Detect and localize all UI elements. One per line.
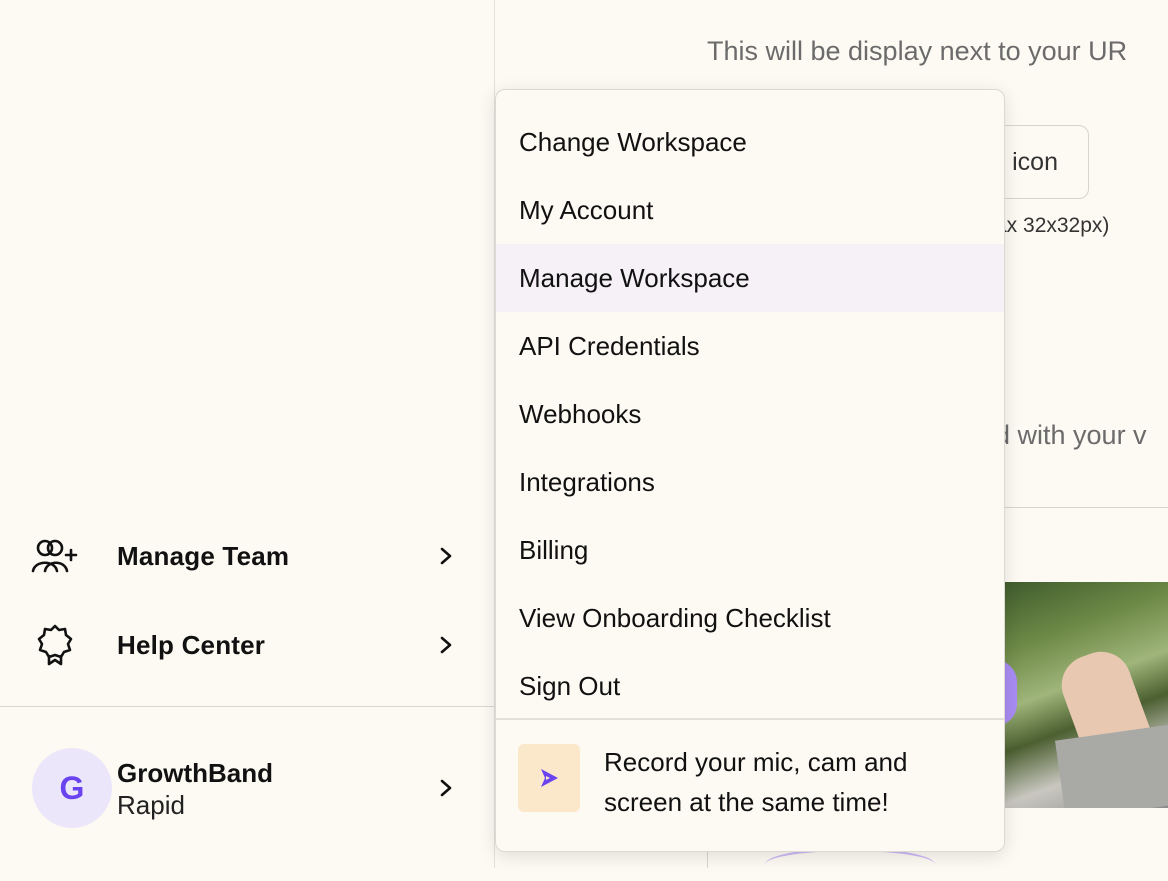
url-display-hint: This will be display next to your UR	[707, 36, 1128, 66]
record-promo[interactable]: Record your mic, cam and screen at the s…	[496, 720, 1004, 851]
video-hint: d with your v	[995, 420, 1147, 450]
sidebar-item-help-center[interactable]: Help Center	[0, 615, 494, 675]
menu-item-billing[interactable]: Billing	[496, 516, 1004, 584]
menu-item-change-workspace[interactable]: Change Workspace	[496, 108, 1004, 176]
promo-text: Record your mic, cam and screen at the s…	[604, 747, 908, 817]
sidebar: Manage Team Help Center G GrowthBand Rap…	[0, 0, 495, 868]
favicon-size-note: ax 32x32px)	[995, 214, 1110, 237]
menu-item-label: Integrations	[519, 466, 655, 497]
chevron-right-icon	[440, 636, 452, 654]
menu-item-label: Change Workspace	[519, 126, 747, 157]
menu-item-api-credentials[interactable]: API Credentials	[496, 312, 1004, 380]
menu-item-label: Billing	[519, 534, 589, 565]
add-user-icon	[30, 534, 80, 578]
menu-item-my-account[interactable]: My Account	[496, 176, 1004, 244]
sidebar-item-label: Help Center	[117, 629, 266, 660]
decorative-arc	[765, 848, 935, 881]
upload-favicon-label: icon	[1012, 147, 1058, 176]
section-divider	[1000, 507, 1168, 508]
menu-item-label: API Credentials	[519, 330, 700, 361]
menu-item-label: View Onboarding Checklist	[519, 602, 831, 633]
menu-item-label: Webhooks	[519, 398, 642, 429]
menu-item-label: Manage Workspace	[519, 262, 750, 293]
chevron-right-icon	[440, 547, 452, 565]
menu-item-label: My Account	[519, 194, 654, 225]
menu-item-view-onboarding-checklist[interactable]: View Onboarding Checklist	[496, 584, 1004, 652]
sidebar-divider	[0, 706, 494, 707]
video-thumbnail[interactable]	[1000, 582, 1168, 808]
menu-item-sign-out[interactable]: Sign Out	[496, 652, 1004, 720]
avatar: G	[32, 748, 112, 828]
workspace-plan: Rapid	[117, 790, 185, 820]
account-dropdown-menu: Change Workspace My Account Manage Works…	[495, 89, 1005, 852]
workspace-name: GrowthBand	[117, 758, 273, 788]
record-play-icon	[518, 744, 580, 812]
menu-item-manage-workspace[interactable]: Manage Workspace	[496, 244, 1004, 312]
workspace-profile[interactable]: G GrowthBand Rapid	[0, 740, 494, 836]
sidebar-item-label: Manage Team	[117, 540, 290, 571]
menu-item-label: Sign Out	[519, 670, 621, 701]
menu-item-integrations[interactable]: Integrations	[496, 448, 1004, 516]
menu-item-webhooks[interactable]: Webhooks	[496, 380, 1004, 448]
sidebar-item-manage-team[interactable]: Manage Team	[0, 526, 494, 586]
chevron-right-icon	[440, 779, 452, 797]
video-thumbnail-sleeve	[1055, 724, 1168, 808]
badge-icon	[30, 623, 80, 667]
